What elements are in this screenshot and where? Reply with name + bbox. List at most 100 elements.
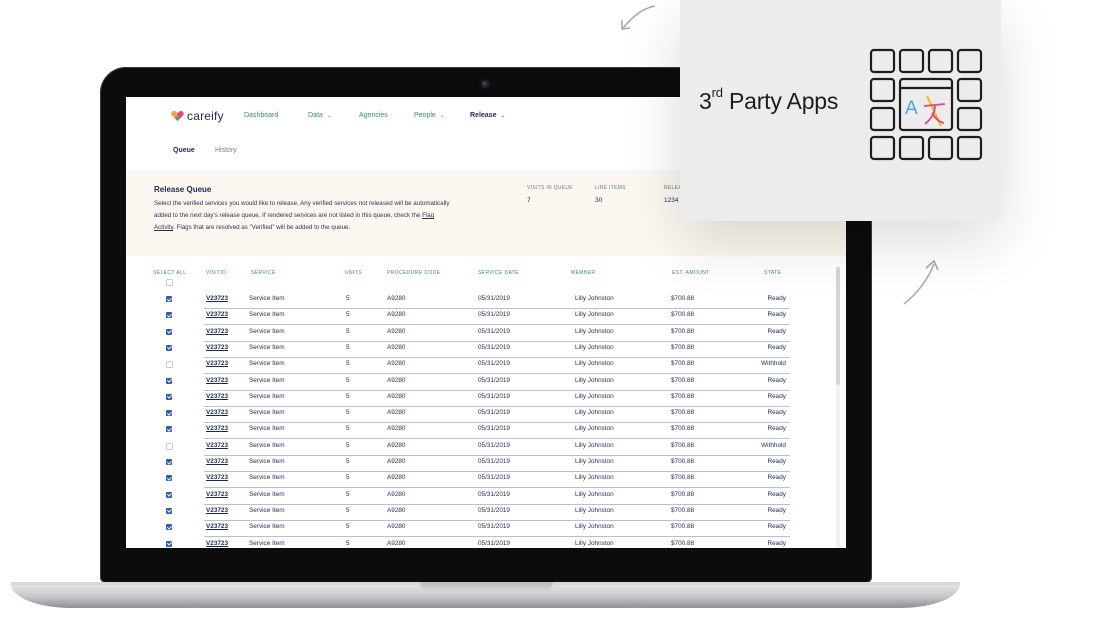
table-row[interactable]: V23723 Service Item 5 A9280 05/31/2019 Lilly …: [204, 504, 790, 521]
scrollbar-thumb[interactable]: [836, 267, 840, 385]
table-row[interactable]: V23723 Service Item 5 A9280 05/31/2019 Lilly …: [204, 439, 790, 456]
row-checkbox[interactable]: [166, 328, 172, 335]
laptop-foot: [185, 605, 201, 608]
units-cell: 5: [346, 523, 350, 531]
visit-id-link[interactable]: V23723: [206, 491, 228, 498]
row-checkbox[interactable]: [166, 296, 172, 302]
table-row[interactable]: V23723 Service Item 5 A9280 05/31/2019 Lilly …: [204, 488, 790, 505]
row-checkbox[interactable]: [166, 459, 172, 465]
visit-id-link[interactable]: V23723: [206, 409, 228, 416]
procedure-code-cell: A9280: [387, 343, 406, 351]
title-superscript: rd: [711, 85, 723, 101]
state-cell: Ready: [767, 327, 786, 335]
member-cell: Lilly Johnston: [575, 523, 614, 531]
member-cell: Lilly Johnston: [575, 506, 614, 514]
visit-id-link[interactable]: V23723: [206, 295, 228, 302]
nav-data[interactable]: Data ⌄: [308, 112, 332, 119]
table-row[interactable]: V23723 Service Item 5 A9280 05/31/2019 Lilly …: [204, 292, 790, 309]
service-cell: Service Item: [249, 523, 285, 531]
visit-id-link[interactable]: V23723: [206, 507, 228, 514]
visit-id-link[interactable]: V23723: [206, 523, 228, 530]
service-cell: Service Item: [249, 295, 285, 302]
table-row[interactable]: V23723 Service Item 5 A9280 05/31/2019 Lilly …: [204, 422, 790, 440]
row-checkbox[interactable]: [166, 393, 172, 400]
state-cell: Ready: [767, 539, 786, 547]
table-row[interactable]: V23723 Service Item 5 A9280 05/31/2019 Lilly …: [204, 520, 790, 538]
row-checkbox[interactable]: [166, 540, 172, 547]
member-cell: Lilly Johnston: [575, 458, 614, 465]
visit-id-link[interactable]: V23723: [206, 377, 228, 384]
visit-id-link[interactable]: V23723: [206, 328, 228, 335]
nav-label: Agencies: [359, 112, 388, 119]
row-checkbox[interactable]: [166, 312, 172, 319]
row-checkbox[interactable]: [166, 361, 173, 369]
row-checkbox[interactable]: [166, 491, 172, 498]
stat-value-line-items: 30: [595, 197, 603, 204]
nav-people[interactable]: People ⌄: [414, 112, 445, 119]
row-checkbox[interactable]: [166, 524, 172, 531]
units-cell: 5: [346, 539, 350, 547]
service-date-cell: 05/31/2019: [478, 458, 510, 465]
table-row[interactable]: V23723 Service Item 5 A9280 05/31/2019 Lilly …: [204, 390, 790, 407]
amount-cell: $700.88: [671, 458, 695, 465]
tab-queue[interactable]: Queue: [173, 147, 195, 154]
select-all-checkbox[interactable]: [166, 279, 173, 286]
state-cell: Ready: [767, 425, 786, 433]
visit-id-link[interactable]: V23723: [206, 393, 228, 400]
table-row[interactable]: V23723 Service Item 5 A9280 05/31/2019 Lilly …: [204, 325, 790, 342]
header-service-date: SERVICE DATE: [478, 270, 520, 276]
row-checkbox[interactable]: [166, 507, 172, 514]
row-checkbox[interactable]: [166, 442, 173, 450]
service-cell: Service Item: [249, 506, 285, 514]
service-cell: Service Item: [249, 360, 285, 368]
careify-logo[interactable]: careify: [171, 109, 224, 123]
state-cell: Ready: [767, 523, 786, 531]
row-checkbox[interactable]: [166, 344, 172, 351]
visit-id-link[interactable]: V23723: [206, 344, 228, 351]
header-procedure-code: PROCEDURE CODE: [387, 270, 441, 276]
visit-id-link[interactable]: V23723: [206, 458, 228, 465]
units-cell: 5: [346, 490, 350, 498]
row-checkbox[interactable]: [166, 475, 172, 482]
table-row[interactable]: V23723 Service Item 5 A9280 05/31/2019 Lilly …: [204, 374, 790, 391]
procedure-code-cell: A9280: [387, 539, 406, 547]
table-row[interactable]: V23723 Service Item 5 A9280 05/31/2019 Lilly …: [204, 537, 790, 549]
nav-dashboard[interactable]: Dashboard: [244, 112, 278, 119]
service-date-cell: 05/31/2019: [478, 523, 510, 531]
visit-id-link[interactable]: V23723: [206, 311, 228, 318]
service-date-cell: 05/31/2019: [478, 392, 510, 400]
member-cell: Lilly Johnston: [575, 490, 614, 498]
banner-description: Select the verified services you would l…: [154, 198, 454, 234]
laptop-foot: [628, 605, 644, 608]
table-row[interactable]: V23723 Service Item 5 A9280 05/31/2019 Lilly …: [204, 406, 790, 424]
units-cell: 5: [346, 506, 350, 514]
visit-id-link[interactable]: V23723: [206, 425, 228, 432]
row-checkbox[interactable]: [166, 426, 172, 433]
table-row[interactable]: V23723 Service Item 5 A9280 05/31/2019 Lilly …: [204, 308, 790, 326]
service-cell: Service Item: [249, 311, 285, 319]
row-checkbox[interactable]: [166, 410, 172, 417]
svg-text:A: A: [905, 98, 918, 119]
table-row[interactable]: V23723 Service Item 5 A9280 05/31/2019 Lilly …: [204, 341, 790, 358]
visit-id-link[interactable]: V23723: [206, 442, 228, 449]
row-checkbox[interactable]: [166, 377, 172, 384]
procedure-code-cell: A9280: [387, 441, 406, 449]
table-row[interactable]: V23723 Service Item 5 A9280 05/31/2019 Lilly …: [204, 455, 790, 472]
visit-id-link[interactable]: V23723: [206, 474, 228, 481]
third-party-apps-card: 3rd Party Apps A: [680, 0, 1001, 221]
table-row[interactable]: V23723 Service Item 5 A9280 05/31/2019 Lilly …: [204, 357, 790, 375]
nav-agencies[interactable]: Agencies: [359, 112, 388, 119]
amount-cell: $700.88: [671, 539, 695, 547]
title-number: 3: [699, 88, 712, 114]
service-date-cell: 05/31/2019: [478, 376, 510, 384]
tab-history[interactable]: History: [215, 147, 237, 154]
member-cell: Lilly Johnston: [575, 409, 614, 417]
nav-release[interactable]: Release ⌄: [470, 112, 506, 119]
visit-id-link[interactable]: V23723: [206, 540, 228, 547]
visit-id-link[interactable]: V23723: [206, 360, 228, 367]
procedure-code-cell: A9280: [387, 490, 406, 498]
procedure-code-cell: A9280: [387, 409, 406, 417]
header-units: UNITS: [345, 270, 362, 276]
procedure-code-cell: A9280: [387, 425, 406, 433]
table-row[interactable]: V23723 Service Item 5 A9280 05/31/2019 Lilly …: [204, 471, 790, 489]
